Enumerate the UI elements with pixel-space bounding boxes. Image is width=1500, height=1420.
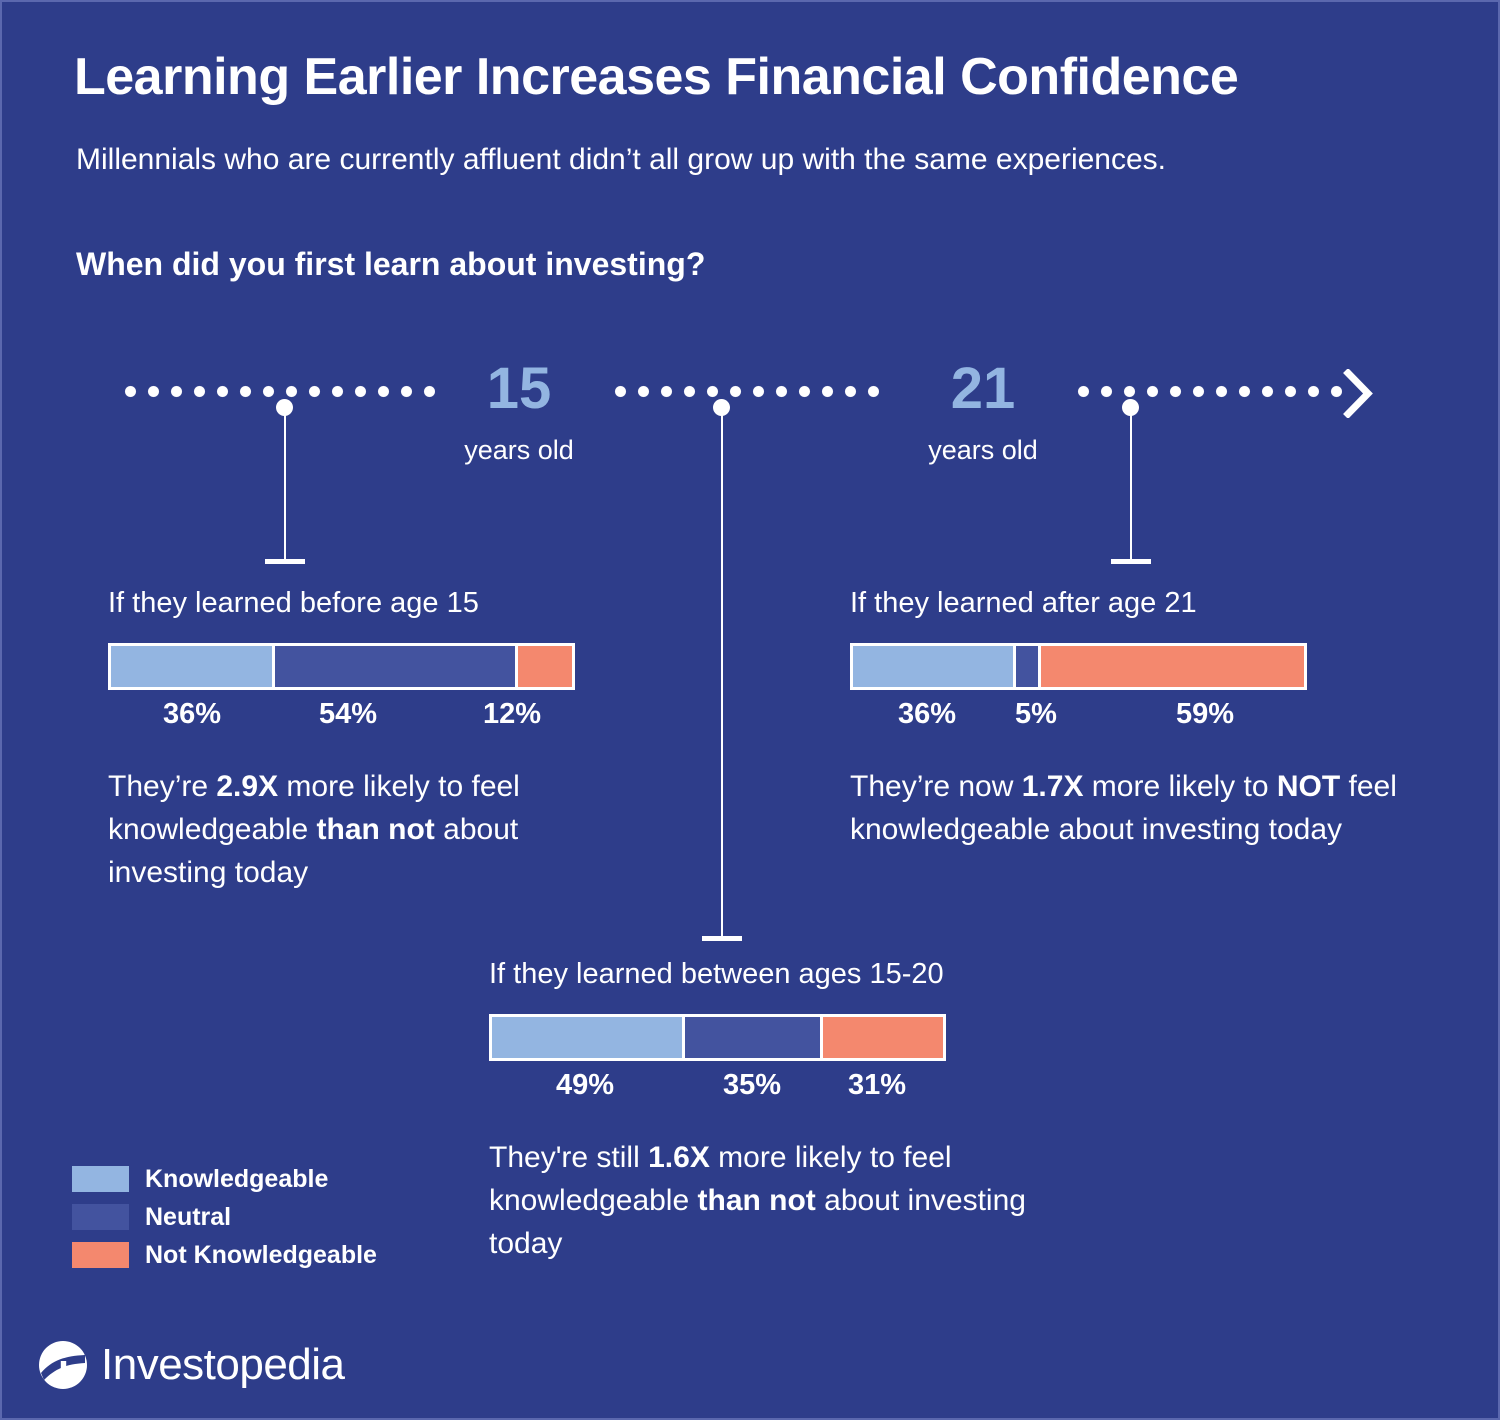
bar-value-neutral: 54%: [318, 697, 378, 730]
bar-value-not-knowledgeable: 12%: [482, 697, 542, 730]
bar-value-knowledgeable: 36%: [162, 697, 222, 730]
blurb-text-1: They're still: [489, 1140, 649, 1174]
bar-segment-neutral: [274, 645, 516, 687]
timeline-marker-15-number: 15: [486, 356, 552, 421]
blurb-text-1: They’re: [108, 769, 217, 803]
timeline-dotted-segment-1: [124, 385, 435, 398]
bar-value-knowledgeable: 49%: [555, 1068, 615, 1101]
legend-label-not-knowledgeable: Not Knowledgeable: [145, 1240, 377, 1269]
blurb-emphasis: than not: [316, 812, 435, 846]
bar-value-labels-between-ages-15-20: 49% 35% 31%: [489, 1069, 1049, 1109]
timeline-marker-21: 21 years old: [883, 360, 1083, 466]
chevron-right-icon: [1343, 369, 1373, 418]
bar-value-labels-after-age-21: 36% 5% 59%: [850, 698, 1410, 738]
bar-segment-knowledgeable: [111, 645, 272, 687]
panel-between-ages-15-20: If they learned between ages 15-20 49% 3…: [489, 957, 1049, 1265]
connector-line-before-15: [265, 399, 305, 564]
connector-foot: [1111, 559, 1151, 564]
timeline-marker-15: 15 years old: [419, 360, 619, 466]
stacked-bar-after-age-21: [850, 642, 1307, 690]
stacked-bar-between-ages-15-20: [489, 1013, 946, 1061]
bar-value-labels-before-age-15: 36% 54% 12%: [108, 698, 608, 738]
legend-item-knowledgeable: Knowledgeable: [72, 1160, 377, 1198]
connector-line-between-15-20: [702, 399, 742, 941]
blurb-multiplier: 2.9X: [216, 769, 279, 803]
bar-segment-not-knowledgeable: [518, 645, 572, 687]
bar-value-neutral: 35%: [722, 1068, 782, 1101]
infographic-canvas: Learning Earlier Increases Financial Con…: [0, 0, 1500, 1420]
connector-knob: [1122, 399, 1139, 416]
blurb-emphasis: than not: [697, 1183, 816, 1217]
stacked-bar-before-age-15: [108, 642, 575, 690]
chart-legend: Knowledgeable Neutral Not Knowledgeable: [72, 1160, 377, 1274]
investopedia-brand: Investopedia: [38, 1340, 345, 1390]
timeline-marker-21-unit: years old: [928, 435, 1038, 465]
legend-label-knowledgeable: Knowledgeable: [145, 1164, 329, 1193]
survey-question: When did you first learn about investing…: [76, 246, 706, 282]
bar-segment-knowledgeable: [853, 645, 1014, 687]
bar-segment-not-knowledgeable: [1041, 645, 1304, 687]
legend-label-neutral: Neutral: [145, 1202, 232, 1231]
connector-knob: [276, 399, 293, 416]
bar-segment-knowledgeable: [492, 1016, 682, 1058]
panel-after-age-21-blurb: They’re now 1.7X more likely to NOT feel…: [850, 766, 1410, 852]
timeline-dotted-segment-2: [614, 385, 879, 398]
blurb-multiplier: 1.7X: [1021, 769, 1084, 803]
connector-knob: [713, 399, 730, 416]
legend-swatch-not-knowledgeable: [72, 1242, 129, 1268]
legend-item-neutral: Neutral: [72, 1198, 377, 1236]
age-timeline: [2, 377, 1500, 411]
blurb-multiplier: 1.6X: [648, 1140, 710, 1174]
bar-segment-not-knowledgeable: [823, 1016, 943, 1058]
blurb-emphasis: NOT: [1276, 769, 1341, 803]
blurb-text-2: more likely to: [1083, 769, 1277, 803]
connector-foot: [702, 936, 742, 941]
page-subtitle: Millennials who are currently affluent d…: [76, 143, 1167, 176]
panel-after-age-21: If they learned after age 21 36% 5% 59% …: [850, 586, 1410, 852]
panel-between-ages-15-20-blurb: They're still 1.6X more likely to feel k…: [489, 1137, 1049, 1266]
timeline-dotted-segment-3: [1077, 385, 1342, 398]
bar-segment-neutral: [684, 1016, 821, 1058]
bar-value-knowledgeable: 36%: [897, 697, 957, 730]
panel-before-age-15-blurb: They’re 2.9X more likely to feel knowled…: [108, 766, 608, 895]
legend-swatch-knowledgeable: [72, 1166, 129, 1192]
legend-swatch-neutral: [72, 1204, 129, 1230]
bar-value-not-knowledgeable: 31%: [847, 1068, 907, 1101]
panel-before-age-15: If they learned before age 15 36% 54% 12…: [108, 586, 608, 894]
connector-line-after-21: [1111, 399, 1151, 564]
legend-item-not-knowledgeable: Not Knowledgeable: [72, 1236, 377, 1274]
bar-value-not-knowledgeable: 59%: [1175, 697, 1235, 730]
timeline-marker-21-number: 21: [950, 356, 1016, 421]
timeline-marker-15-unit: years old: [464, 435, 574, 465]
page-title: Learning Earlier Increases Financial Con…: [74, 48, 1239, 106]
connector-foot: [265, 559, 305, 564]
investopedia-wordmark: Investopedia: [101, 1340, 345, 1389]
panel-after-age-21-label: If they learned after age 21: [850, 587, 1197, 619]
panel-between-ages-15-20-label: If they learned between ages 15-20: [489, 958, 944, 990]
panel-before-age-15-label: If they learned before age 15: [108, 587, 479, 619]
bar-value-neutral: 5%: [1015, 697, 1057, 730]
investopedia-logo-icon: [39, 1341, 87, 1389]
bar-segment-neutral: [1016, 645, 1039, 687]
blurb-text-1: They’re now: [850, 769, 1022, 803]
